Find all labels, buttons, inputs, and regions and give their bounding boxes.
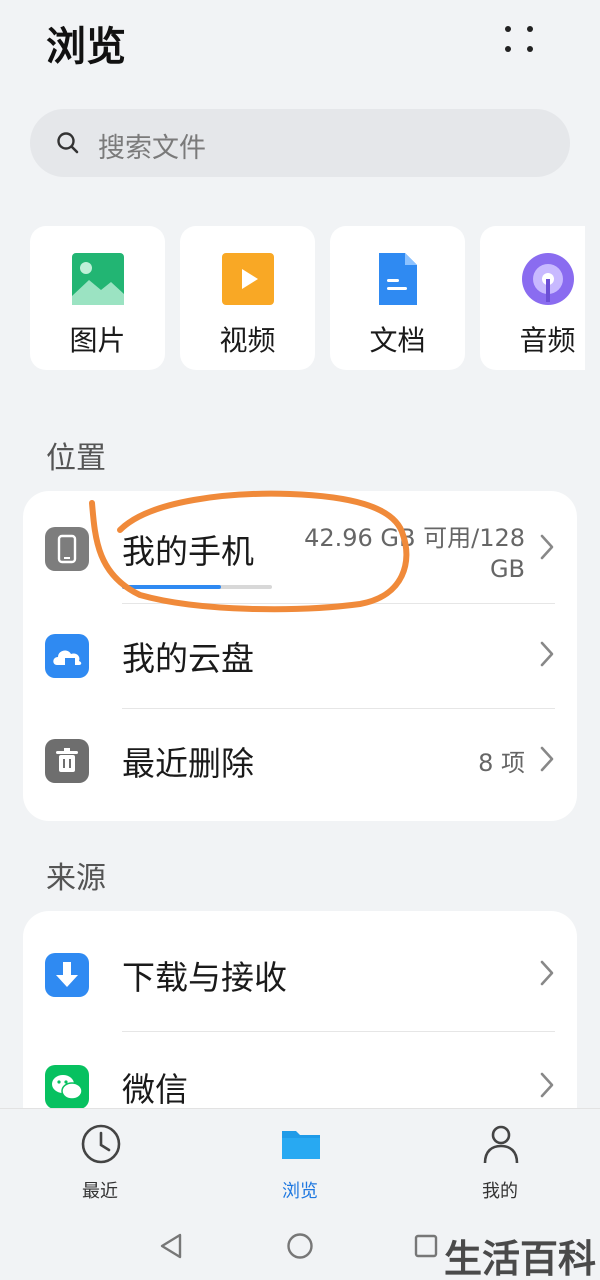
divider bbox=[122, 1031, 555, 1032]
folder-icon bbox=[282, 1131, 320, 1159]
tab-label: 最近 bbox=[82, 1181, 118, 1202]
back-icon[interactable] bbox=[158, 1232, 184, 1260]
source-downloads[interactable]: 下载与接收 bbox=[23, 923, 577, 1027]
bottom-navigation: 最近 浏览 我的 bbox=[0, 1108, 600, 1208]
source-label: 下载与接收 bbox=[122, 958, 287, 997]
clock-icon bbox=[81, 1124, 121, 1164]
download-icon bbox=[45, 953, 89, 997]
person-icon bbox=[483, 1125, 519, 1164]
chevron-right-icon bbox=[540, 960, 554, 986]
recents-icon[interactable] bbox=[414, 1234, 438, 1258]
chevron-right-icon bbox=[540, 1072, 554, 1098]
section-label-sources: 来源 bbox=[46, 861, 106, 896]
tab-label: 我的 bbox=[482, 1181, 518, 1202]
tab-label: 浏览 bbox=[282, 1181, 318, 1202]
sources-card: 下载与接收 微信 bbox=[23, 911, 577, 1141]
source-label: 微信 bbox=[122, 1070, 188, 1109]
home-icon[interactable] bbox=[286, 1232, 314, 1260]
tab-mine[interactable]: 我的 bbox=[440, 1123, 560, 1203]
tab-browse[interactable]: 浏览 bbox=[240, 1123, 360, 1203]
watermark: 生活百科 bbox=[444, 1237, 597, 1280]
tab-recent[interactable]: 最近 bbox=[40, 1123, 160, 1203]
wechat-icon bbox=[45, 1065, 89, 1109]
